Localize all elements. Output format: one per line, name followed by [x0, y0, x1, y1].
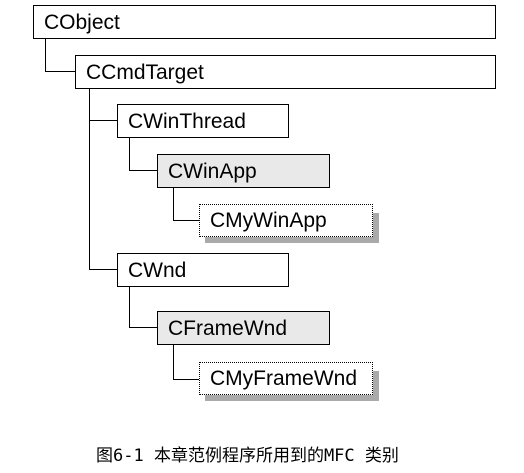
connector-cobject-ccmdtarget-horizontal — [45, 71, 75, 72]
class-box-cmywinapp: CMyWinApp — [199, 204, 373, 237]
class-hierarchy-diagram: CObject CCmdTarget CWinThread CWinApp CM… — [0, 0, 524, 473]
class-box-cobject: CObject — [33, 5, 496, 39]
class-box-cwnd: CWnd — [117, 253, 289, 287]
class-box-cwinapp: CWinApp — [157, 154, 330, 188]
class-box-ccmdtarget: CCmdTarget — [75, 55, 496, 89]
connector-cframewnd-cmyframewnd-vertical — [173, 344, 174, 379]
connector-cwnd-cframewnd-vertical — [129, 286, 130, 327]
class-box-cmyframewnd: CMyFrameWnd — [199, 362, 373, 395]
connector-cwinapp-cmywinapp-vertical — [173, 187, 174, 220]
figure-caption: 图6-1 本章范例程序所用到的MFC 类别 — [96, 446, 399, 466]
connector-cwinthread-cwinapp-horizontal — [129, 170, 157, 171]
connector-cobject-ccmdtarget-vertical — [45, 38, 46, 71]
connector-cwinapp-cmywinapp-horizontal — [173, 220, 199, 221]
connector-ccmdtarget-cwinthread — [89, 120, 117, 121]
connector-ccmdtarget-cwnd — [89, 269, 117, 270]
class-box-cwinthread: CWinThread — [117, 104, 289, 138]
connector-ccmdtarget-trunk — [89, 88, 90, 269]
connector-cwnd-cframewnd-horizontal — [129, 327, 157, 328]
connector-cframewnd-cmyframewnd-horizontal — [173, 379, 199, 380]
class-box-cframewnd: CFrameWnd — [157, 311, 330, 345]
connector-cwinthread-cwinapp-vertical — [129, 137, 130, 170]
